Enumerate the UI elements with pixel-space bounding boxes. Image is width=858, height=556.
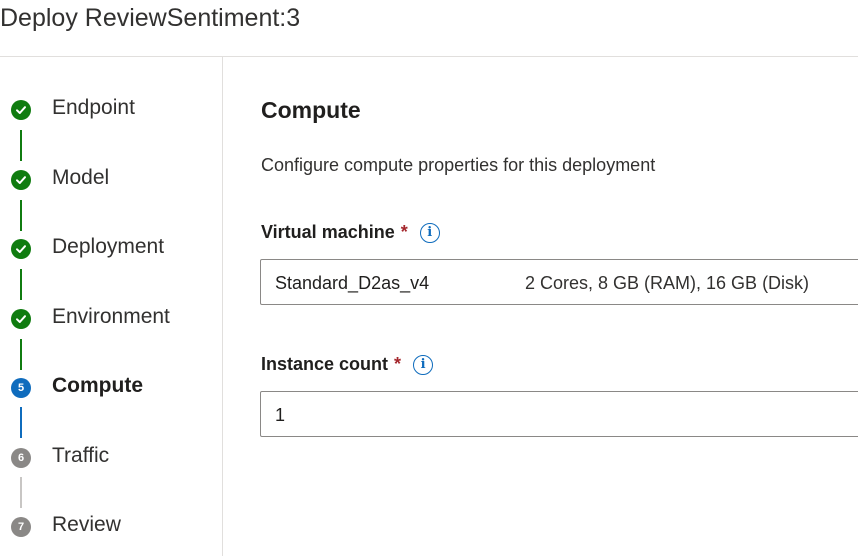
step-number-badge: 7 bbox=[11, 517, 31, 537]
info-icon[interactable]: i bbox=[413, 354, 434, 375]
step-label: Endpoint bbox=[52, 96, 135, 119]
step-review[interactable]: 7 Review bbox=[0, 510, 222, 544]
step-traffic[interactable]: 6 Traffic bbox=[0, 441, 222, 475]
step-connector bbox=[20, 477, 22, 508]
wizard-steps: Endpoint Model Deployment Environment 5 … bbox=[0, 57, 222, 556]
step-number-badge: 5 bbox=[11, 378, 31, 398]
step-number-badge: 6 bbox=[11, 448, 31, 468]
step-connector bbox=[20, 130, 22, 161]
virtual-machine-label-row: Virtual machine * i bbox=[261, 222, 440, 243]
step-label: Review bbox=[52, 513, 121, 536]
step-endpoint[interactable]: Endpoint bbox=[0, 93, 222, 127]
checkmark-icon bbox=[11, 309, 31, 329]
step-label: Traffic bbox=[52, 444, 110, 467]
step-environment[interactable]: Environment bbox=[0, 302, 222, 336]
instance-count-label: Instance count bbox=[261, 354, 389, 374]
step-model[interactable]: Model bbox=[0, 163, 222, 197]
section-description: Configure compute properties for this de… bbox=[261, 155, 656, 175]
instance-count-value: 1 bbox=[275, 405, 286, 425]
step-label: Model bbox=[52, 166, 110, 189]
checkmark-icon bbox=[11, 239, 31, 259]
required-marker: * bbox=[400, 222, 408, 242]
virtual-machine-label: Virtual machine bbox=[261, 222, 395, 242]
step-connector bbox=[20, 269, 22, 300]
step-label: Environment bbox=[52, 305, 170, 328]
step-connector bbox=[20, 200, 22, 231]
virtual-machine-select[interactable]: Standard_D2as_v4 2 Cores, 8 GB (RAM), 16… bbox=[260, 259, 858, 305]
info-icon[interactable]: i bbox=[419, 222, 440, 243]
sidebar-divider bbox=[222, 57, 223, 556]
step-label: Deployment bbox=[52, 235, 165, 258]
step-label: Compute bbox=[52, 374, 143, 397]
step-connector bbox=[20, 339, 22, 370]
section-title: Compute bbox=[261, 97, 361, 123]
step-compute[interactable]: 5 Compute bbox=[0, 371, 222, 405]
page-title: Deploy ReviewSentiment:3 bbox=[0, 4, 301, 32]
checkmark-icon bbox=[11, 170, 31, 190]
step-deployment[interactable]: Deployment bbox=[0, 232, 222, 266]
instance-count-input[interactable]: 1 bbox=[260, 391, 858, 437]
instance-count-label-row: Instance count * i bbox=[261, 354, 434, 375]
checkmark-icon bbox=[11, 100, 31, 120]
step-connector bbox=[20, 407, 22, 438]
vm-size-name: Standard_D2as_v4 bbox=[275, 273, 430, 293]
vm-size-spec: 2 Cores, 8 GB (RAM), 16 GB (Disk) bbox=[525, 273, 810, 293]
required-marker: * bbox=[394, 354, 402, 374]
